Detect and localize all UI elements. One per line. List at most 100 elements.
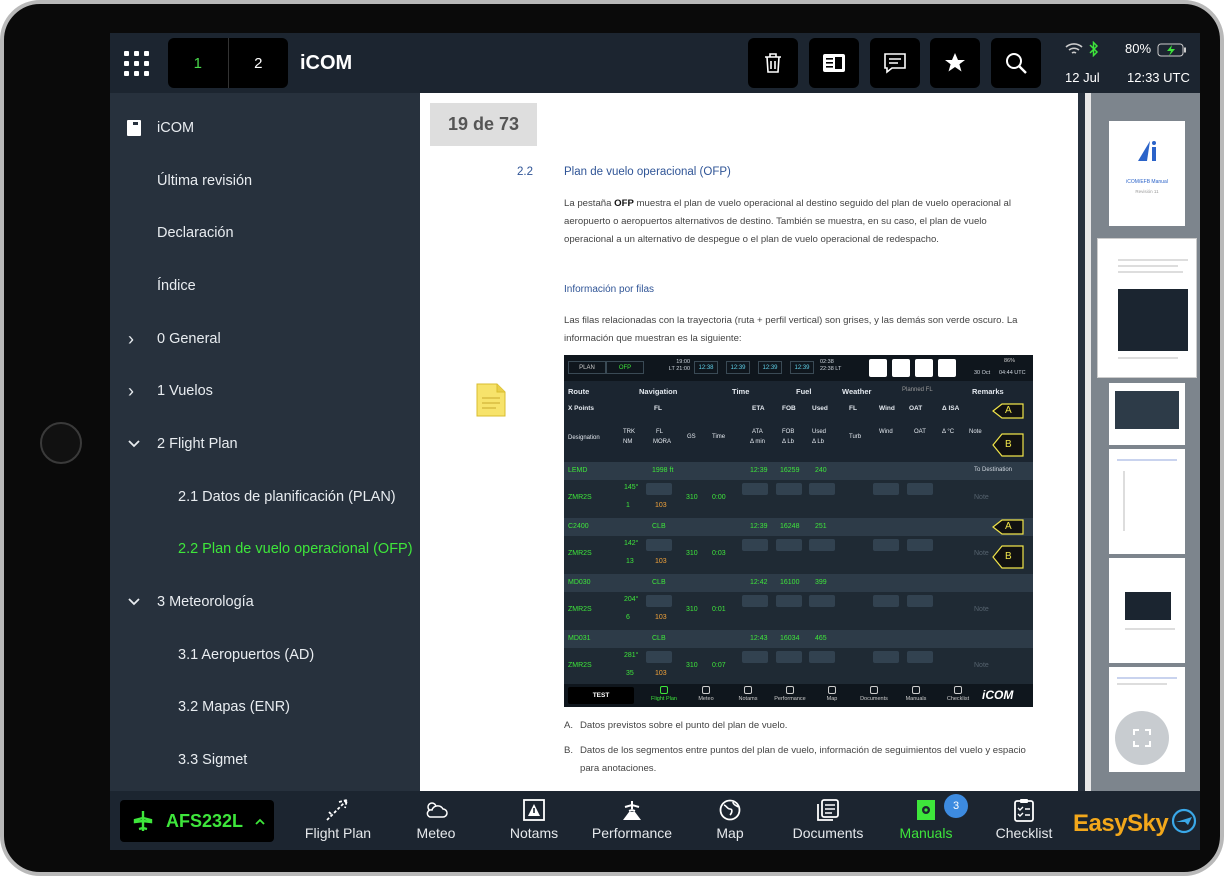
- scroll-gutter[interactable]: [1085, 93, 1091, 791]
- sidebar-item-datos-planificacion[interactable]: 2.1 Datos de planificación (PLAN): [110, 482, 419, 512]
- sidebar-item-ofp[interactable]: 2.2 Plan de vuelo operacional (OFP): [110, 534, 419, 564]
- ofp-fl: CLB: [652, 635, 666, 642]
- sticky-note-icon[interactable]: [476, 383, 506, 417]
- app-title: iCOM: [300, 52, 353, 74]
- nav-meteo[interactable]: Meteo: [386, 797, 486, 847]
- ofp-footer-icon: [912, 686, 920, 694]
- ofp-tab-ofp: OFP: [606, 361, 644, 374]
- favorites-button[interactable]: [930, 38, 980, 88]
- section-title: Plan de vuelo operacional (OFP): [564, 166, 731, 178]
- ofp-eta: 12:39: [750, 467, 768, 474]
- top-bar: 1 2 iCOM 80% 12 Jul 12:33 UTC: [110, 33, 1200, 93]
- search-button[interactable]: [991, 38, 1041, 88]
- ofp-sub-col: Δ min: [750, 439, 766, 445]
- ofp-footer-tab: Meteo: [686, 686, 726, 702]
- ofp-col: Navigation: [639, 387, 678, 396]
- nav-checklist[interactable]: Checklist: [974, 797, 1074, 847]
- ofp-screenshot: PLAN OFP 19:00 LT 21:00 12:38 12:39 12:39…: [564, 355, 1033, 707]
- nav-map[interactable]: Map: [680, 797, 780, 847]
- ofp-sub-col: FL: [654, 405, 662, 412]
- sidebar-item-label: 1 Vuelos: [157, 383, 213, 399]
- ofp-sub-col: FOB: [782, 405, 796, 412]
- flight-selector[interactable]: AFS232L: [120, 800, 274, 842]
- plane-circle-icon: [1172, 808, 1197, 834]
- ofp-footer-tab: Checklist: [938, 686, 978, 702]
- ofp-date: 30 Oct: [974, 370, 991, 376]
- nav-performance[interactable]: Performance: [582, 797, 682, 847]
- brand-text: EasySky: [1073, 810, 1169, 837]
- page-indicator: 19 de 73: [430, 103, 537, 146]
- thumbnail-current-page[interactable]: [1097, 238, 1197, 378]
- ofp-placeholder: [742, 651, 768, 663]
- ofp-footer-tab: Documents: [854, 686, 894, 702]
- nav-notams[interactable]: Notams: [484, 797, 584, 847]
- ofp-sub-col: Δ Lb: [782, 439, 795, 445]
- comments-button[interactable]: [870, 38, 920, 88]
- sidebar-item-vuelos[interactable]: › 1 Vuelos: [110, 376, 419, 406]
- performance-icon: [623, 801, 641, 820]
- ofp-note: Note: [974, 606, 989, 613]
- ofp-footer-tab: Manuals: [896, 686, 936, 702]
- book-icon: [127, 120, 141, 136]
- ofp-col: Time: [732, 387, 750, 396]
- sidebar-item-sigmet[interactable]: 3.3 Sigmet: [110, 745, 419, 775]
- ofp-placeholder: [776, 539, 802, 551]
- nav-flight-plan[interactable]: Flight Plan: [288, 797, 388, 847]
- ofp-footer-icon: [828, 686, 836, 694]
- ofp-row: ZMR2S 145° 1 103 310 0:00 Note: [564, 480, 1033, 518]
- ofp-lt: 19:00 LT 21:00: [662, 359, 690, 373]
- ofp-placeholder: [742, 483, 768, 495]
- sidebar-item-label: 2.1 Datos de planificación (PLAN): [178, 489, 396, 505]
- airplane-icon: [133, 811, 153, 831]
- reader-mode-button[interactable]: [809, 38, 859, 88]
- ofp-time: 0:00: [712, 494, 726, 501]
- sidebar-item-ultima-revision[interactable]: Última revisión: [110, 166, 419, 196]
- ofp-lt2-b: 22:38 LT: [820, 366, 842, 372]
- ofp-used: 399: [815, 579, 827, 586]
- ofp-point: ZMR2S: [568, 662, 592, 669]
- app-grid-icon[interactable]: [124, 51, 150, 77]
- ofp-placeholder: [907, 595, 933, 607]
- ofp-used: 240: [815, 467, 827, 474]
- tab-1[interactable]: 1: [168, 38, 228, 88]
- thumbnail-page-3[interactable]: [1109, 383, 1185, 445]
- home-button[interactable]: [40, 422, 82, 464]
- sidebar-item-label: 2.2 Plan de vuelo operacional (OFP): [178, 541, 413, 557]
- ofp-time: 04:44 UTC: [999, 370, 1026, 376]
- ofp-placeholder: [809, 483, 835, 495]
- nav-documents[interactable]: Documents: [778, 797, 878, 847]
- ofp-sub-col: Δ ISA: [942, 405, 960, 412]
- ofp-tool-icon: [892, 359, 910, 377]
- thumbnail-page-5[interactable]: [1109, 558, 1185, 663]
- sidebar-item-indice[interactable]: Índice: [110, 271, 419, 301]
- globe-icon: [719, 799, 741, 821]
- ofp-battery: 86%: [1004, 358, 1016, 364]
- callout-label: B: [1005, 551, 1012, 562]
- ofp-sub-col: MORA: [653, 439, 671, 445]
- document-page[interactable]: 19 de 73 2.2 Plan de vuelo operacional (…: [420, 93, 1078, 791]
- fullscreen-button[interactable]: [1115, 711, 1169, 765]
- sidebar-item-mapas[interactable]: 3.2 Mapas (ENR): [110, 692, 419, 722]
- notams-icon: [523, 799, 545, 821]
- ofp-point: MD031: [568, 635, 591, 642]
- ofp-fob: 16259: [780, 467, 800, 474]
- sidebar-item-meteorologia[interactable]: 3 Meteorología: [110, 587, 419, 617]
- tab-2[interactable]: 2: [227, 38, 289, 88]
- thumbnail-page-4[interactable]: [1109, 449, 1185, 554]
- trash-button[interactable]: [748, 38, 798, 88]
- sidebar-item-flight-plan[interactable]: 2 Flight Plan: [110, 429, 419, 459]
- ofp-footer-icon: [786, 686, 794, 694]
- sidebar-item-declaracion[interactable]: Declaración: [110, 218, 419, 248]
- search-icon: [1006, 53, 1027, 74]
- ofp-sub-col: OAT: [914, 429, 926, 435]
- sidebar-item-general[interactable]: › 0 General: [110, 324, 419, 354]
- ofp-sub-col: GS: [687, 434, 696, 440]
- ofp-time: 0:03: [712, 550, 726, 557]
- sidebar-item-icom[interactable]: iCOM: [110, 113, 419, 143]
- ofp-sub-col: Time: [712, 434, 726, 440]
- thumbnail-page-1[interactable]: iCOM/EFB Manual Revisión 11: [1109, 121, 1185, 226]
- sidebar-item-label: Declaración: [157, 225, 234, 241]
- ofp-lt2: 02:38 22:38 LT: [820, 359, 841, 373]
- sidebar-item-aeropuertos[interactable]: 3.1 Aeropuertos (AD): [110, 640, 419, 670]
- sidebar-item-label: Índice: [157, 278, 196, 294]
